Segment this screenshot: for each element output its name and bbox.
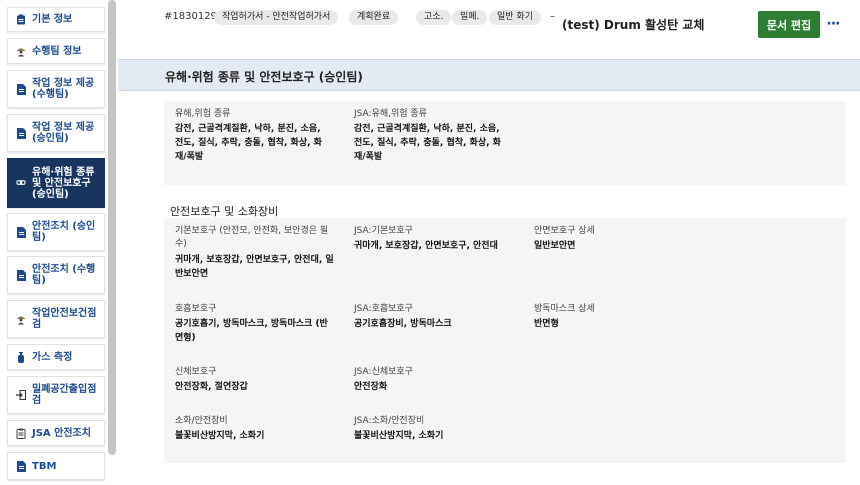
worker-icon (16, 314, 26, 325)
jsa-body-protection-label: JSA:신체보호구 (354, 367, 413, 377)
sidebar-item-label: TBM (32, 460, 57, 472)
more-options-icon[interactable]: ··· (826, 13, 841, 35)
hazard-value: 감전, 근골격계질환, 낙하, 분진, 소음, 전도, 질식, 추락, 충돌, … (175, 124, 322, 162)
jsa-body-protection-value: 안전장화 (354, 382, 388, 392)
title-separator: – (550, 11, 555, 22)
hazard-card: 유해,위험 종류 감전, 근골격계질환, 낙하, 분진, 소음, 전도, 질식,… (164, 101, 846, 185)
section-header: 유해·위험 종류 및 안전보호구 (승인팀) (118, 59, 860, 91)
ppe-card: 기본보호구 (안전모, 안전화, 보안경은 필수) 귀마개, 보호장갑, 안면보… (164, 218, 846, 463)
jsa-hazard-value: 감전, 근골격계질환, 낙하, 분진, 소음, 전도, 질식, 추락, 충돌, … (354, 124, 501, 162)
fire-equipment-label: 소화/안전장비 (175, 416, 228, 426)
basic-ppe-value: 귀마개, 보호장갑, 안면보호구, 안전대, 일반보안면 (175, 255, 334, 279)
jsa-fire-equipment-value: 불꽃비산방지막, 소화기 (354, 431, 444, 441)
sidebar-item-safety-inspection[interactable]: 작업안전보건점검 (7, 300, 105, 338)
document-icon (16, 127, 26, 139)
sidebar-item-label: 작업안전보건점검 (32, 308, 97, 330)
document-header: #1830129 작업허가서 - 안전작업허가서 계획완료 고소. 밀폐. 일반… (116, 0, 860, 58)
sidebar-item-label: 안전조치 (수행팀) (32, 264, 96, 286)
respiratory-value: 공기호흡기, 방독마스크, 방독마스크 (반면형) (175, 319, 328, 343)
body-protection-label: 신체보호구 (175, 367, 217, 377)
enter-icon (16, 390, 26, 401)
sidebar-item-label: 작업 정보 제공 (승인팀) (32, 122, 95, 144)
gas-mask-value: 반면형 (534, 319, 559, 329)
sidebar-item-label: 작업 정보 제공 (수행팀) (32, 78, 95, 100)
face-protection-value: 일반보안면 (534, 241, 576, 251)
jsa-fire-equipment-label: JSA:소화/안전장비 (354, 416, 425, 426)
respiratory-label: 호흡보호구 (175, 304, 217, 314)
goggles-icon (16, 178, 26, 189)
sidebar-item-gas-measurement[interactable]: 가스 측정 (7, 344, 105, 370)
edit-document-button[interactable]: 문서 편집 (758, 11, 820, 38)
clipboard-icon (16, 14, 26, 25)
tag-work-type: 일반 화기 (489, 10, 541, 25)
sidebar-item-label: 가스 측정 (32, 351, 73, 363)
jsa-hazard-label: JSA:유해,위험 종류 (354, 109, 427, 119)
document-id: #1830129 (164, 11, 217, 22)
tag-status: 계획완료 (349, 10, 399, 25)
sidebar: 기본 정보 수행팀 정보 작업 정보 제공 (수행팀) 작업 정보 제공 (승인… (0, 0, 116, 485)
fire-equipment-value: 불꽃비산방지막, 소화기 (175, 431, 265, 441)
tag-work-type: 고소. (416, 10, 452, 25)
sidebar-item-work-info-approver[interactable]: 작업 정보 제공 (승인팀) (7, 114, 105, 152)
sidebar-scrollbar[interactable] (108, 0, 116, 455)
gas-icon (16, 351, 26, 363)
sidebar-item-label: 수행팀 정보 (32, 45, 82, 57)
ppe-subtitle: 안전보호구 및 소화장비 (170, 205, 279, 218)
hazard-label: 유해,위험 종류 (175, 109, 231, 119)
worker-icon (16, 46, 26, 57)
jsa-basic-ppe-label: JSA:기본보호구 (354, 226, 413, 236)
sidebar-item-team-info[interactable]: 수행팀 정보 (7, 38, 105, 64)
sidebar-item-jsa-safety[interactable]: JSA 안전조치 (7, 420, 105, 446)
document-title: (test) Drum 활성탄 교체 (562, 18, 705, 32)
body-protection-value: 안전장화, 절연장갑 (175, 382, 248, 392)
face-protection-label: 안면보호구 상세 (534, 226, 595, 236)
sidebar-item-tbm[interactable]: TBM (7, 452, 105, 480)
document-icon (16, 460, 26, 472)
sidebar-item-label: 안전조치 (승인팀) (32, 221, 96, 243)
jsa-respiratory-value: 공기호흡장비, 방독마스크 (354, 319, 452, 329)
clipboard-list-icon (16, 428, 26, 439)
basic-ppe-label: 기본보호구 (안전모, 안전화, 보안경은 필수) (175, 226, 329, 249)
tag-work-type: 밀폐. (452, 10, 488, 25)
sidebar-item-confined-space[interactable]: 밀폐공간출입점검 (7, 376, 105, 414)
document-icon (16, 269, 26, 281)
section-title: 유해·위험 종류 및 안전보호구 (승인팀) (165, 70, 363, 84)
sidebar-item-label: JSA 안전조치 (32, 427, 91, 439)
gas-mask-label: 방독마스크 상세 (534, 304, 595, 314)
tag-permit-type: 작업허가서 - 안전작업허가서 (214, 10, 339, 25)
document-icon (16, 83, 26, 95)
sidebar-item-work-info-performer[interactable]: 작업 정보 제공 (수행팀) (7, 70, 105, 108)
sidebar-item-label: 기본 정보 (32, 14, 73, 25)
sidebar-item-safety-measures-approver[interactable]: 안전조치 (승인팀) (7, 213, 105, 251)
jsa-basic-ppe-value: 귀마개, 보호장갑, 안면보호구, 안전대 (354, 241, 498, 251)
sidebar-item-hazard-ppe[interactable]: 유해·위험 종류 및 안전보호구 (승인팀) (7, 158, 105, 208)
document-icon (16, 226, 26, 238)
sidebar-item-label: 유해·위험 종류 및 안전보호구 (승인팀) (32, 166, 95, 200)
sidebar-item-basic-info[interactable]: 기본 정보 (7, 7, 105, 32)
jsa-respiratory-label: JSA:호흡보호구 (354, 304, 413, 314)
sidebar-item-label: 밀폐공간출입점검 (32, 384, 97, 406)
sidebar-item-safety-measures-performer[interactable]: 안전조치 (수행팀) (7, 256, 105, 294)
